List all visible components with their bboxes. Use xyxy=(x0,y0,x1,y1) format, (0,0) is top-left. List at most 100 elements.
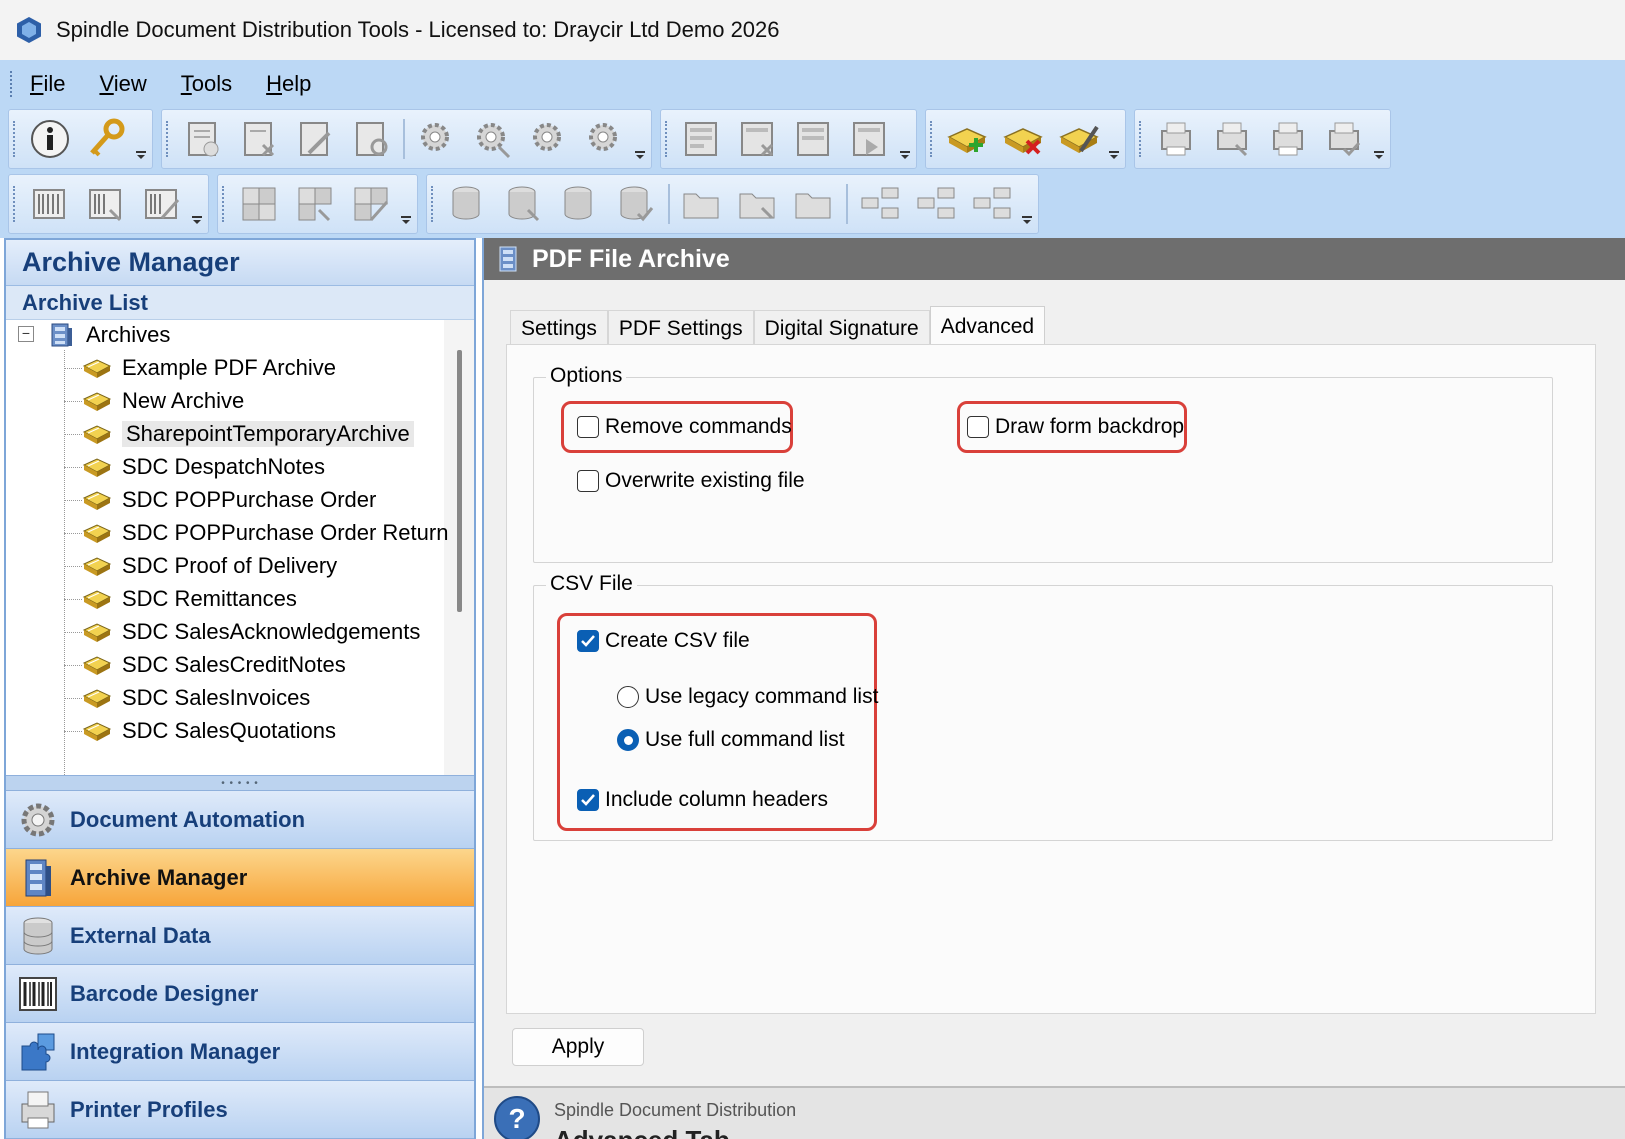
about-button[interactable] xyxy=(25,114,75,164)
edit-datasource-button[interactable] xyxy=(555,179,605,229)
draw-form-backdrop-box[interactable] xyxy=(967,416,989,438)
add-node-button[interactable] xyxy=(855,179,905,229)
toolbar-grip[interactable] xyxy=(222,186,225,222)
test-printer-button[interactable] xyxy=(1319,114,1369,164)
delete-datasource-button[interactable] xyxy=(499,179,549,229)
delete-document-button[interactable] xyxy=(234,114,284,164)
menu-help[interactable]: Help xyxy=(264,69,313,99)
edit-integration-button[interactable] xyxy=(346,179,396,229)
refresh-document-button[interactable] xyxy=(346,114,396,164)
tree-item[interactable]: New Archive xyxy=(82,386,244,416)
tree-item[interactable]: Example PDF Archive xyxy=(82,353,336,383)
tree-item[interactable]: SDC SalesQuotations xyxy=(82,716,336,746)
full-command-list-radio[interactable]: Use full command list xyxy=(617,728,845,752)
delete-automation-button[interactable] xyxy=(468,114,518,164)
import-form-button[interactable] xyxy=(789,114,839,164)
toolbar-overflow-button[interactable] xyxy=(633,114,647,164)
run-automation-button[interactable] xyxy=(580,114,630,164)
tab-advanced[interactable]: Advanced xyxy=(929,306,1046,346)
tree-item[interactable]: SDC Remittances xyxy=(82,584,297,614)
add-form-button[interactable] xyxy=(677,114,727,164)
toolbar-overflow-button[interactable] xyxy=(1372,114,1386,164)
overwrite-existing-box[interactable] xyxy=(577,470,599,492)
legacy-command-list-circle[interactable] xyxy=(617,686,639,708)
help-icon[interactable]: ? xyxy=(492,1094,542,1139)
delete-form-button[interactable] xyxy=(733,114,783,164)
toolbar-overflow-button[interactable] xyxy=(1020,179,1034,229)
tab-settings[interactable]: Settings xyxy=(510,310,608,346)
add-document-button[interactable] xyxy=(178,114,228,164)
add-barcode-button[interactable] xyxy=(25,179,75,229)
delete-integration-button[interactable] xyxy=(290,179,340,229)
remove-commands-checkbox[interactable]: Remove commands xyxy=(577,415,792,439)
edit-barcode-button[interactable] xyxy=(137,179,187,229)
create-csv-checkbox[interactable]: Create CSV file xyxy=(577,629,750,653)
delete-node-button[interactable] xyxy=(911,179,961,229)
add-archive-button[interactable] xyxy=(942,114,992,164)
menu-file[interactable]: File xyxy=(28,69,67,99)
nav-barcode-designer[interactable]: Barcode Designer xyxy=(6,965,474,1023)
tree-item[interactable]: SharepointTemporaryArchive xyxy=(82,419,414,449)
collapse-archives-toggle[interactable]: − xyxy=(18,326,34,342)
include-column-headers-box[interactable] xyxy=(577,789,599,811)
tree-scrollbar-thumb[interactable] xyxy=(457,350,462,612)
test-datasource-button[interactable] xyxy=(611,179,661,229)
tab-digital-signature[interactable]: Digital Signature xyxy=(753,310,930,346)
tree-item[interactable]: SDC Proof of Delivery xyxy=(82,551,337,581)
toolbar-grip[interactable] xyxy=(13,121,16,157)
legacy-command-list-radio[interactable]: Use legacy command list xyxy=(617,685,878,709)
archive-tree[interactable]: − Archives Example PDF Archive New Archiv… xyxy=(6,320,474,775)
remove-commands-box[interactable] xyxy=(577,416,599,438)
menu-grip[interactable] xyxy=(10,71,14,97)
toolbar-overflow-button[interactable] xyxy=(134,114,148,164)
toolbar-grip[interactable] xyxy=(431,186,434,222)
delete-barcode-button[interactable] xyxy=(81,179,131,229)
overwrite-existing-checkbox[interactable]: Overwrite existing file xyxy=(577,469,805,493)
apply-button[interactable]: Apply xyxy=(512,1028,644,1066)
toolbar-overflow-button[interactable] xyxy=(1107,114,1121,164)
edit-automation-button[interactable] xyxy=(524,114,574,164)
nav-external-data[interactable]: External Data xyxy=(6,907,474,965)
add-datasource-button[interactable] xyxy=(443,179,493,229)
add-folder-button[interactable] xyxy=(677,179,727,229)
tree-item[interactable]: SDC SalesAcknowledgements xyxy=(82,617,420,647)
toolbar-grip[interactable] xyxy=(930,121,933,157)
toolbar-grip[interactable] xyxy=(13,186,16,222)
tree-item[interactable]: SDC POPPurchase Order Return xyxy=(82,518,448,548)
tree-item[interactable]: SDC SalesInvoices xyxy=(82,683,310,713)
pane-splitter[interactable]: • • • • • xyxy=(6,775,474,791)
tree-item[interactable]: SDC SalesCreditNotes xyxy=(82,650,346,680)
add-printer-button[interactable] xyxy=(1151,114,1201,164)
tree-item[interactable]: SDC DespatchNotes xyxy=(82,452,325,482)
delete-folder-button[interactable] xyxy=(733,179,783,229)
include-column-headers-checkbox[interactable]: Include column headers xyxy=(577,788,828,812)
tree-item[interactable]: SDC POPPurchase Order xyxy=(82,485,376,515)
toolbar-overflow-button[interactable] xyxy=(190,179,204,229)
edit-folder-button[interactable] xyxy=(789,179,839,229)
nav-archive-manager[interactable]: Archive Manager xyxy=(6,849,474,907)
menu-view[interactable]: View xyxy=(97,69,148,99)
toolbar-grip[interactable] xyxy=(1139,121,1142,157)
toolbar-grip[interactable] xyxy=(665,121,668,157)
full-command-list-circle[interactable] xyxy=(617,729,639,751)
edit-printer-button[interactable] xyxy=(1263,114,1313,164)
toolbar-overflow-button[interactable] xyxy=(898,114,912,164)
draw-form-backdrop-checkbox[interactable]: Draw form backdrop xyxy=(967,415,1184,439)
tree-root-archives[interactable]: Archives xyxy=(46,320,170,350)
nav-document-automation[interactable]: Document Automation xyxy=(6,791,474,849)
create-csv-box[interactable] xyxy=(577,630,599,652)
add-automation-button[interactable] xyxy=(412,114,462,164)
nav-printer-profiles[interactable]: Printer Profiles xyxy=(6,1081,474,1139)
toolbar-grip[interactable] xyxy=(166,121,169,157)
export-form-button[interactable] xyxy=(845,114,895,164)
edit-archive-button[interactable] xyxy=(1054,114,1104,164)
nav-integration-manager[interactable]: Integration Manager xyxy=(6,1023,474,1081)
toolbar-overflow-button[interactable] xyxy=(399,179,413,229)
license-button[interactable] xyxy=(81,114,131,164)
tab-pdf-settings[interactable]: PDF Settings xyxy=(607,310,754,346)
edit-node-button[interactable] xyxy=(967,179,1017,229)
add-integration-button[interactable] xyxy=(234,179,284,229)
delete-archive-button[interactable] xyxy=(998,114,1048,164)
menu-tools[interactable]: Tools xyxy=(179,69,234,99)
edit-document-button[interactable] xyxy=(290,114,340,164)
